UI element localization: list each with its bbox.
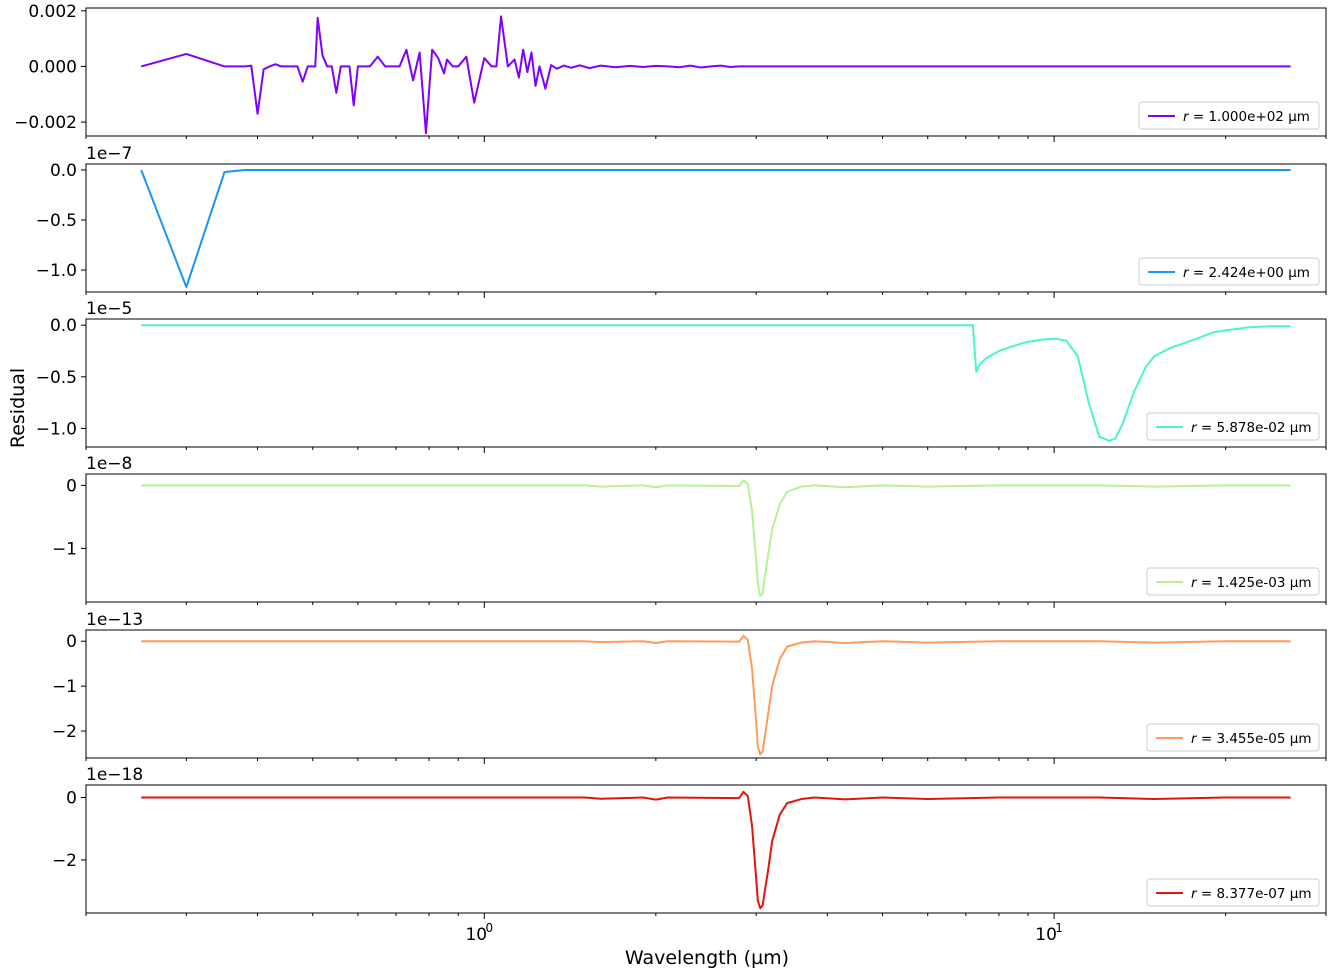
x-axis-label: Wavelength (µm) [625,947,789,969]
legend: r = 8.377e-07 µm [1146,878,1320,907]
offset-label: 1e−7 [86,144,132,164]
x-tick-label: 10 [1035,925,1057,945]
y-tick-label: 0.002 [28,2,77,22]
legend: r = 1.425e-03 µm [1146,567,1320,596]
axes-frame [85,473,1327,603]
legend-label: r = 1.000e+02 µm [1183,109,1310,125]
y-tick-label: −1 [52,677,77,697]
y-tick-label: −1.0 [36,419,77,439]
panel-1: 0.002 0.000 −0.002 r = 1.000e+02 µm [14,2,1327,142]
series-line-6 [141,790,1291,910]
axes-frame [85,318,1327,448]
y-tick-label: 0.000 [28,57,77,77]
offset-label: 1e−5 [86,299,132,319]
y-tick-label: −1 [52,539,77,559]
legend: r = 1.000e+02 µm [1138,101,1320,130]
y-tick-label: −2 [52,851,77,871]
y-tick-label: 0.0 [50,316,77,336]
panel-4: 0 −1 1e−8 r = 1.425e-03 µm [52,454,1327,608]
panel-3: 0.0 −0.5 −1.0 1e−5 r = 5.878e-02 µm [36,299,1327,453]
y-axis-label: Residual [7,368,29,448]
residual-chart: Residual Wavelength (µm) 0.0020.000−0.00… [7,2,1327,969]
y-tick-label: −1.0 [36,261,77,281]
panel-5: 0 −1 −2 1e−13 r = 3.455e-05 µm [52,610,1327,764]
series-line-2 [140,169,1291,288]
legend-label: r = 1.425e-03 µm [1191,575,1312,591]
legend: r = 2.424e+00 µm [1138,257,1320,286]
y-tick-label: −2 [52,722,77,742]
offset-label: 1e−13 [86,610,143,630]
y-tick-label: 0 [66,788,77,808]
legend-label: r = 2.424e+00 µm [1183,265,1310,281]
y-tick-label: 0 [66,476,77,496]
legend: r = 5.878e-02 µm [1146,412,1320,441]
axes-frame [85,629,1327,759]
series-line-3 [141,324,1291,442]
offset-label: 1e−8 [86,454,132,474]
panel-2: 0.0 −0.5 −1.0 1e−7 r = 2.424e+00 µm [36,144,1327,298]
legend-label: r = 3.455e-05 µm [1191,731,1312,747]
axes-frame [85,784,1327,914]
y-tick-label: 0 [66,632,77,652]
x-tick-exponent: 1 [1055,921,1063,935]
legend: r = 3.455e-05 µm [1146,723,1320,752]
panel-6: 0−21e−18100 101r = 8.377e-07 µm [52,765,1327,945]
legend-label: r = 8.377e-07 µm [1191,886,1312,902]
y-tick-label: 0.0 [50,161,77,181]
legend-label: r = 5.878e-02 µm [1191,420,1312,436]
x-tick-label: 10 [465,925,487,945]
y-tick-label: −0.5 [36,368,77,388]
series-line-1 [140,15,1291,135]
series-line-5 [141,634,1291,756]
y-tick-label: −0.002 [14,113,77,133]
offset-label: 1e−18 [86,765,143,785]
x-tick-exponent: 0 [485,921,493,935]
series-line-4 [141,479,1291,597]
y-tick-label: −0.5 [36,211,77,231]
